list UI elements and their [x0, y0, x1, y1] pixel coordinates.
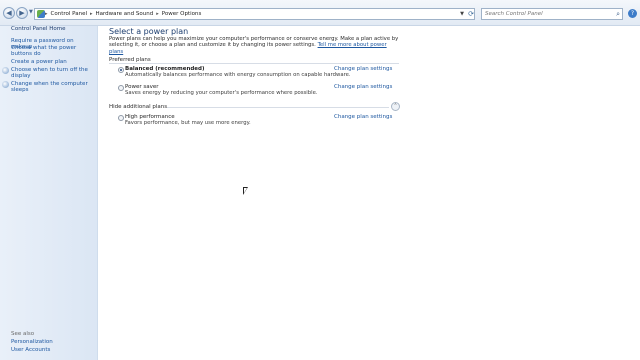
collapse-chevron-icon[interactable]: ⌃	[391, 102, 400, 111]
display-icon	[2, 67, 9, 74]
back-arrow-icon[interactable]: ◀	[3, 7, 15, 19]
change-plan-settings-balanced-link[interactable]: Change plan settings	[334, 66, 392, 72]
high-performance-radio[interactable]	[118, 115, 124, 121]
sidebar-item-create-plan[interactable]: Create a power plan	[11, 59, 95, 65]
hide-additional-plans-heading[interactable]: Hide additional plans	[109, 104, 167, 110]
divider	[109, 63, 399, 64]
refresh-icon[interactable]: ⟳	[466, 9, 476, 19]
address-dropdown-icon[interactable]: ▼	[460, 11, 464, 17]
sidebar: Control Panel Home Require a password on…	[0, 26, 98, 360]
sidebar-item-computer-sleeps[interactable]: Change when the computer sleeps	[11, 81, 95, 93]
page-title: Select a power plan	[109, 27, 189, 36]
plan-desc-balanced: Automatically balances performance with …	[125, 72, 351, 78]
help-icon[interactable]: ?	[628, 9, 637, 18]
search-input[interactable]	[482, 9, 610, 19]
search-icon[interactable]: ⌕	[616, 10, 620, 19]
see-also-heading: See also	[11, 331, 35, 337]
balanced-radio[interactable]	[118, 67, 124, 73]
sidebar-item-power-buttons[interactable]: Choose what the power buttons do	[11, 45, 95, 57]
sidebar-item-turn-off-display[interactable]: Choose when to turn off the display	[11, 67, 95, 79]
plan-desc-high-performance: Favors performance, but may use more ene…	[125, 120, 251, 126]
plan-desc-power-saver: Saves energy by reducing your computer's…	[125, 90, 318, 96]
intro-text: Power plans can help you maximize your c…	[109, 36, 399, 55]
control-panel-icon	[37, 10, 45, 18]
breadcrumb-hardware-and-sound[interactable]: Hardware and Sound	[93, 11, 157, 17]
recent-pages-chevron-icon[interactable]: ▼	[29, 9, 33, 15]
breadcrumb[interactable]: ▸ Control Panel ▸ Hardware and Sound ▸ P…	[34, 8, 475, 20]
sidebar-item-personalization[interactable]: Personalization	[11, 339, 95, 345]
sidebar-item-control-panel-home[interactable]: Control Panel Home	[11, 26, 65, 32]
power-saver-radio[interactable]	[118, 85, 124, 91]
change-plan-settings-high-performance-link[interactable]: Change plan settings	[334, 114, 392, 120]
address-bar: ◀ ▶ ▼ ▸ Control Panel ▸ Hardware and Sou…	[0, 0, 640, 26]
breadcrumb-power-options[interactable]: Power Options	[159, 11, 205, 17]
search-box[interactable]: ⌕	[481, 8, 623, 20]
sleep-moon-icon	[2, 81, 9, 88]
divider	[167, 107, 389, 108]
change-plan-settings-power-saver-link[interactable]: Change plan settings	[334, 84, 392, 90]
breadcrumb-control-panel[interactable]: Control Panel	[48, 11, 90, 17]
mouse-pointer-icon	[243, 187, 248, 195]
forward-arrow-icon[interactable]: ▶	[16, 7, 28, 19]
sidebar-item-user-accounts[interactable]: User Accounts	[11, 347, 95, 353]
